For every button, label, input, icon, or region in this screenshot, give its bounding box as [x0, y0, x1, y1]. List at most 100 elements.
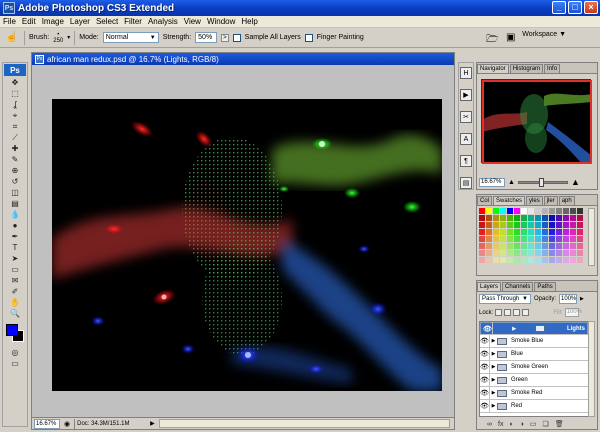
swatch[interactable]	[521, 229, 528, 236]
maximize-button[interactable]: □	[568, 1, 582, 14]
swatch[interactable]	[528, 208, 535, 215]
bridge-icon[interactable]: 🗁	[486, 32, 498, 49]
opacity-slider-button[interactable]: ▶	[580, 296, 584, 302]
menu-filter[interactable]: Filter	[121, 17, 145, 26]
swatch[interactable]	[549, 243, 556, 250]
hand-tool-icon[interactable]: ✋	[4, 297, 26, 308]
swatch[interactable]	[528, 215, 535, 222]
history-panel-icon[interactable]: H	[460, 67, 472, 79]
layer-row[interactable]: 👁 ▶ Smoke Green	[480, 360, 588, 374]
adjustment-icon[interactable]: ◑	[520, 421, 524, 428]
blend-mode-select[interactable]: Pass Through ▼	[479, 294, 531, 304]
swatch[interactable]	[479, 229, 486, 236]
swatch[interactable]	[500, 257, 507, 264]
zoom-in-icon[interactable]: ▲	[571, 177, 580, 187]
swatch[interactable]	[577, 236, 584, 243]
screen-mode-icon[interactable]: ▭	[4, 358, 26, 369]
eye-icon[interactable]: 👁	[483, 322, 493, 335]
swatch[interactable]	[542, 243, 549, 250]
swatch[interactable]	[549, 250, 556, 257]
swatch[interactable]	[500, 229, 507, 236]
path-select-icon[interactable]: ➤	[4, 253, 26, 264]
fill-field[interactable]: 100%	[564, 308, 582, 317]
healing-brush-icon[interactable]: ✚	[4, 143, 26, 154]
eyedropper-tool-icon[interactable]: ✐	[4, 286, 26, 297]
minimize-button[interactable]: _	[552, 1, 566, 14]
finger-painting-checkbox[interactable]	[304, 33, 313, 42]
swatch[interactable]	[521, 236, 528, 243]
menu-window[interactable]: Window	[204, 17, 238, 26]
menu-layer[interactable]: Layer	[67, 17, 93, 26]
swatch[interactable]	[549, 222, 556, 229]
swatch[interactable]	[577, 229, 584, 236]
blur-tool-icon[interactable]: 💧	[4, 209, 26, 220]
swatch[interactable]	[556, 215, 563, 222]
strength-input[interactable]: 50%	[195, 32, 218, 43]
swatch[interactable]	[507, 250, 514, 257]
swatch[interactable]	[507, 208, 514, 215]
smudge-tool-icon[interactable]: ☝	[4, 31, 20, 45]
swatch[interactable]	[528, 243, 535, 250]
swatch[interactable]	[577, 208, 584, 215]
swatch[interactable]	[528, 236, 535, 243]
swatch[interactable]	[570, 250, 577, 257]
swatch[interactable]	[493, 208, 500, 215]
opacity-field[interactable]: 100%	[559, 294, 578, 304]
swatch[interactable]	[500, 208, 507, 215]
swatch[interactable]	[563, 250, 570, 257]
brush-tool-icon[interactable]: ✎	[4, 154, 26, 165]
expand-triangle-icon[interactable]: ▶	[490, 351, 497, 357]
swatch[interactable]	[535, 229, 542, 236]
swatch[interactable]	[514, 257, 521, 264]
swatch[interactable]	[507, 243, 514, 250]
swatch[interactable]	[493, 222, 500, 229]
navigator-zoom-field[interactable]: 16.67%	[479, 177, 505, 187]
swatch[interactable]	[556, 250, 563, 257]
swatch[interactable]	[556, 208, 563, 215]
mask-icon[interactable]: ◐	[509, 421, 513, 428]
gradient-tool-icon[interactable]: ▤	[4, 198, 26, 209]
horizontal-scrollbar[interactable]	[158, 419, 450, 428]
navigator-zoom-slider[interactable]	[517, 177, 568, 187]
swatch[interactable]	[535, 236, 542, 243]
image-canvas[interactable]	[52, 99, 442, 391]
swatch[interactable]	[577, 215, 584, 222]
strength-slider-button[interactable]: >	[221, 33, 229, 42]
expand-triangle-icon[interactable]: ▶	[511, 326, 518, 332]
tab-layers[interactable]: Layers	[477, 282, 502, 291]
zoom-tool-icon[interactable]: 🔍	[4, 308, 26, 319]
expand-triangle-icon[interactable]: ▶	[490, 403, 497, 409]
swatch[interactable]	[535, 243, 542, 250]
swatch[interactable]	[521, 250, 528, 257]
lock-image-icon[interactable]	[504, 309, 512, 316]
new-layer-icon[interactable]: ❏	[543, 420, 549, 428]
clone-stamp-icon[interactable]: ⊕	[4, 165, 26, 176]
swatch[interactable]	[507, 222, 514, 229]
eye-icon[interactable]: 👁	[480, 386, 490, 400]
zoom-out-icon[interactable]: ▲	[508, 179, 515, 186]
slice-tool-icon[interactable]: ⟋	[4, 132, 26, 143]
swatch[interactable]	[549, 229, 556, 236]
notes-tool-icon[interactable]: ✉	[4, 275, 26, 286]
swatch[interactable]	[542, 257, 549, 264]
swatch[interactable]	[493, 229, 500, 236]
swatch[interactable]	[542, 215, 549, 222]
layer-row[interactable]: 👁 ▶ Smoke Blue	[480, 334, 588, 348]
tab-paths[interactable]: Paths	[534, 282, 556, 291]
swatch[interactable]	[542, 250, 549, 257]
swatch[interactable]	[535, 257, 542, 264]
status-menu-icon[interactable]: ▶	[150, 420, 155, 427]
tab-styles[interactable]: yles	[526, 196, 543, 205]
pen-tool-icon[interactable]: ✒	[4, 231, 26, 242]
eye-icon[interactable]: 👁	[480, 334, 490, 348]
shape-tool-icon[interactable]: ▭	[4, 264, 26, 275]
swatch[interactable]	[500, 215, 507, 222]
swatch[interactable]	[563, 229, 570, 236]
link-layers-icon[interactable]: ∞	[487, 421, 492, 428]
swatch[interactable]	[500, 243, 507, 250]
swatch[interactable]	[577, 222, 584, 229]
swatch[interactable]	[493, 250, 500, 257]
trash-icon[interactable]: 🗑	[555, 420, 564, 428]
swatch[interactable]	[514, 222, 521, 229]
close-button[interactable]: ×	[584, 1, 598, 14]
